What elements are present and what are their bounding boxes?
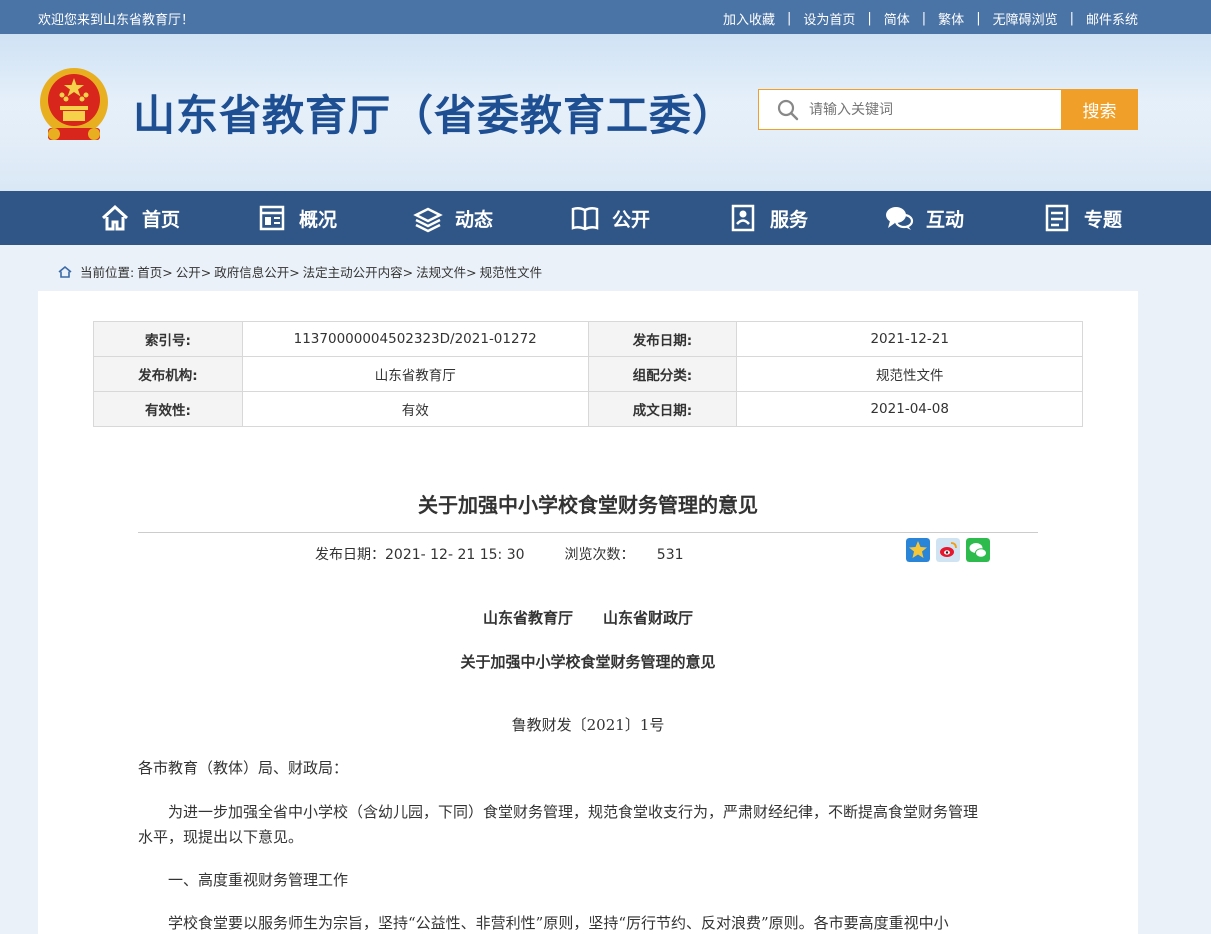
- search-box[interactable]: [758, 89, 1062, 130]
- table-row: 发布机构: 山东省教育厅 组配分类: 规范性文件: [93, 356, 1083, 392]
- nav-label: 专题: [1084, 208, 1123, 231]
- document-number: 鲁教财发〔2021〕1号: [511, 716, 665, 734]
- meta-key: 有效性:: [93, 391, 243, 427]
- breadcrumb-prefix: 当前位置:: [80, 265, 135, 280]
- table-row: 索引号: 11370000004502323D/2021-01272 发布日期:…: [93, 321, 1083, 357]
- share-buttons: [906, 538, 996, 562]
- divider: |: [976, 11, 981, 26]
- news-icon: [413, 207, 443, 233]
- set-homepage-link[interactable]: 设为首页: [803, 9, 855, 28]
- nav-label: 公开: [612, 208, 651, 231]
- chat-icon: [886, 207, 914, 230]
- salutation: 各市教育（教体）局、财政局：: [138, 759, 349, 777]
- national-emblem-icon: [40, 68, 108, 140]
- breadcrumb-item[interactable]: 法定主动公开内容>: [303, 262, 413, 281]
- simplified-chinese-link[interactable]: 简体: [884, 9, 910, 28]
- meta-value: 2021-12-21: [736, 321, 1083, 357]
- divider: |: [786, 11, 792, 26]
- weibo-share-icon[interactable]: [936, 538, 960, 562]
- section-heading: 一、高度重视财务管理工作: [168, 871, 349, 889]
- nav-item-home[interactable]: 首页: [100, 191, 180, 245]
- overview-icon: [259, 205, 285, 231]
- book-icon: [571, 206, 599, 231]
- topic-icon: [1045, 204, 1069, 232]
- search-icon: [777, 99, 799, 120]
- site-title: 山东省教育厅（省委教育工委）: [133, 91, 736, 140]
- breadcrumb-item[interactable]: 公开>: [176, 262, 211, 281]
- meta-value: 规范性文件: [736, 356, 1083, 392]
- meta-key: 发布日期:: [587, 321, 738, 357]
- nav-label: 互动: [926, 208, 965, 231]
- paragraph: 学校食堂要以服务师生为宗旨，坚持“公益性、非营利性”原则，坚持“厉行节约、反对浪…: [168, 914, 949, 932]
- meta-key: 成文日期:: [587, 391, 738, 427]
- paragraph: 为进一步加强全省中小学校（含幼儿园，下同）食堂财务管理，规范食堂收支行为，严肃财…: [168, 803, 979, 821]
- views-label: 浏览次数：: [564, 547, 635, 563]
- add-favorite-link[interactable]: 加入收藏: [723, 9, 775, 28]
- welcome-text: 欢迎您来到山东省教育厅！: [38, 13, 195, 28]
- divider: [138, 532, 1038, 533]
- divider: |: [921, 11, 927, 26]
- nav-item-news[interactable]: 动态: [413, 191, 493, 245]
- traditional-chinese-link[interactable]: 繁体: [938, 9, 964, 28]
- mail-system-link[interactable]: 邮件系统: [1086, 9, 1138, 28]
- divider: |: [867, 11, 872, 26]
- meta-key: 组配分类:: [587, 356, 738, 392]
- issuing-departments: 山东省教育厅 山东省财政厅: [482, 609, 693, 627]
- views-count: 531: [656, 547, 684, 563]
- site-header: 山东省教育厅（省委教育工委） 搜索: [0, 34, 1211, 191]
- document-title: 关于加强中小学校食堂财务管理的意见: [460, 653, 716, 671]
- nav-item-service[interactable]: 服务: [728, 191, 808, 245]
- table-row: 有效性: 有效 成文日期: 2021-04-08: [93, 391, 1083, 427]
- main-nav: 首页 概况 动态 公开 服务 互动 专题: [0, 191, 1211, 245]
- accessibility-link[interactable]: 无障碍浏览: [993, 9, 1058, 28]
- breadcrumb-item[interactable]: 政府信息公开>: [214, 262, 299, 281]
- article-info: 发布日期：2021- 12- 21 15: 30 浏览次数： 531: [315, 544, 684, 564]
- meta-value: 11370000004502323D/2021-01272: [241, 321, 589, 357]
- nav-item-open[interactable]: 公开: [570, 191, 650, 245]
- wechat-share-icon[interactable]: [966, 538, 990, 562]
- breadcrumb-item[interactable]: 法规文件>: [416, 262, 476, 281]
- nav-label: 首页: [142, 208, 181, 231]
- nav-label: 概况: [299, 208, 338, 231]
- publish-date: 2021- 12- 21 15: 30: [385, 547, 525, 563]
- service-icon: [731, 204, 755, 232]
- nav-label: 服务: [770, 208, 809, 231]
- divider: |: [1069, 11, 1074, 26]
- home-icon: [58, 265, 72, 278]
- article-title: 关于加强中小学校食堂财务管理的意见: [418, 493, 758, 517]
- breadcrumb-item[interactable]: 首页>: [137, 262, 172, 281]
- meta-value: 2021-04-08: [736, 391, 1083, 427]
- home-icon: [101, 204, 129, 231]
- meta-value: 山东省教育厅: [241, 356, 589, 392]
- top-bar: 欢迎您来到山东省教育厅！ 加入收藏 | 设为首页 | 简体 | 繁体 | 无障碍…: [0, 0, 1211, 34]
- search-button[interactable]: 搜索: [1061, 89, 1138, 130]
- document-meta-table: 索引号: 11370000004502323D/2021-01272 发布日期:…: [93, 321, 1083, 427]
- search-input[interactable]: [809, 101, 1039, 118]
- publish-date-label: 发布日期：: [315, 547, 385, 563]
- nav-label: 动态: [455, 208, 494, 231]
- meta-key: 发布机构:: [93, 356, 243, 392]
- content-panel: 索引号: 11370000004502323D/2021-01272 发布日期:…: [38, 291, 1138, 934]
- nav-item-interact[interactable]: 互动: [884, 191, 964, 245]
- breadcrumb: 当前位置: 首页> 公开> 政府信息公开> 法定主动公开内容> 法规文件> 规范…: [58, 262, 545, 281]
- paragraph: 水平，现提出以下意见。: [138, 828, 304, 846]
- top-links: 加入收藏 | 设为首页 | 简体 | 繁体 | 无障碍浏览 | 邮件系统: [723, 9, 1138, 28]
- nav-item-overview[interactable]: 概况: [257, 191, 337, 245]
- nav-item-topic[interactable]: 专题: [1042, 191, 1122, 245]
- breadcrumb-item[interactable]: 规范性文件: [480, 262, 543, 281]
- qzone-share-icon[interactable]: [906, 538, 930, 562]
- meta-key: 索引号:: [93, 321, 243, 357]
- meta-value: 有效: [241, 391, 589, 427]
